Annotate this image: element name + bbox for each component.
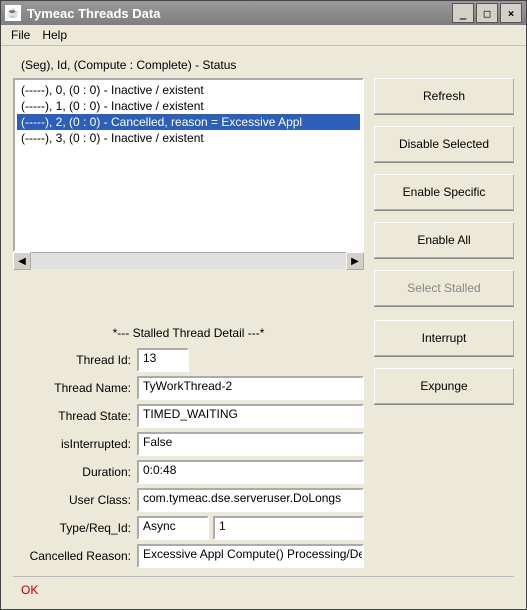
maximize-button[interactable]: □ bbox=[476, 3, 498, 23]
select-stalled-button[interactable]: Select Stalled bbox=[374, 270, 514, 306]
label-cancelled-reason: Cancelled Reason: bbox=[13, 549, 133, 563]
java-icon: ☕ bbox=[5, 5, 21, 21]
thread-list[interactable]: (-----), 0, (0 : 0) - Inactive / existen… bbox=[13, 78, 364, 252]
disable-selected-button[interactable]: Disable Selected bbox=[374, 126, 514, 162]
spacer bbox=[13, 568, 514, 576]
field-user-class[interactable]: com.tymeac.dse.serveruser.DoLongs bbox=[137, 488, 364, 512]
scroll-right-icon[interactable]: ▶ bbox=[346, 252, 364, 270]
list-item[interactable]: (-----), 1, (0 : 0) - Inactive / existen… bbox=[17, 98, 360, 114]
minimize-button[interactable]: _ bbox=[452, 3, 474, 23]
label-thread-name: Thread Name: bbox=[13, 381, 133, 395]
list-header: (Seg), Id, (Compute : Complete) - Status bbox=[21, 58, 514, 72]
app-window: ☕ Tymeac Threads Data _ □ × File Help (S… bbox=[0, 0, 527, 610]
label-type-req-id: Type/Req_Id: bbox=[13, 521, 133, 535]
field-thread-id[interactable]: 13 bbox=[137, 348, 189, 372]
label-thread-id: Thread Id: bbox=[13, 353, 133, 367]
label-duration: Duration: bbox=[13, 465, 133, 479]
title-bar: ☕ Tymeac Threads Data _ □ × bbox=[1, 1, 526, 25]
content-area: (Seg), Id, (Compute : Complete) - Status… bbox=[1, 46, 526, 609]
status-text: OK bbox=[21, 583, 38, 597]
scroll-left-icon[interactable]: ◀ bbox=[13, 252, 31, 270]
menu-file[interactable]: File bbox=[11, 28, 30, 42]
label-user-class: User Class: bbox=[13, 493, 133, 507]
interrupt-button[interactable]: Interrupt bbox=[374, 320, 514, 356]
main-row: (-----), 0, (0 : 0) - Inactive / existen… bbox=[13, 78, 514, 306]
field-req-id[interactable]: 1 bbox=[213, 516, 364, 540]
detail-section-header: *--- Stalled Thread Detail ---* bbox=[13, 326, 364, 340]
field-cancelled-reason[interactable]: Excessive Appl Compute() Processing/Defa… bbox=[137, 544, 364, 568]
button-column-upper: Refresh Disable Selected Enable Specific… bbox=[374, 78, 514, 306]
detail-wrap: *--- Stalled Thread Detail ---* Thread I… bbox=[13, 310, 514, 568]
window-buttons: _ □ × bbox=[452, 3, 522, 23]
status-bar: OK bbox=[13, 576, 514, 603]
thread-list-rows: (-----), 0, (0 : 0) - Inactive / existen… bbox=[15, 80, 362, 148]
label-thread-state: Thread State: bbox=[13, 409, 133, 423]
list-item[interactable]: (-----), 0, (0 : 0) - Inactive / existen… bbox=[17, 82, 360, 98]
field-is-interrupted[interactable]: False bbox=[137, 432, 364, 456]
field-thread-state[interactable]: TIMED_WAITING bbox=[137, 404, 364, 428]
window-title: Tymeac Threads Data bbox=[27, 6, 452, 21]
enable-specific-button[interactable]: Enable Specific bbox=[374, 174, 514, 210]
button-column-lower: Interrupt Expunge bbox=[374, 310, 514, 568]
enable-all-button[interactable]: Enable All bbox=[374, 222, 514, 258]
detail-grid: Thread Id: 13 Thread Name: TyWorkThread-… bbox=[13, 348, 364, 568]
field-duration[interactable]: 0:0:48 bbox=[137, 460, 364, 484]
menu-bar: File Help bbox=[1, 25, 526, 46]
horizontal-scrollbar[interactable]: ◀ ▶ bbox=[13, 252, 364, 269]
field-type-req-id-group: Async 1 bbox=[137, 516, 364, 540]
label-is-interrupted: isInterrupted: bbox=[13, 437, 133, 451]
thread-list-wrap: (-----), 0, (0 : 0) - Inactive / existen… bbox=[13, 78, 364, 306]
field-thread-name[interactable]: TyWorkThread-2 bbox=[137, 376, 364, 400]
expunge-button[interactable]: Expunge bbox=[374, 368, 514, 404]
close-button[interactable]: × bbox=[500, 3, 522, 23]
list-item[interactable]: (-----), 2, (0 : 0) - Cancelled, reason … bbox=[17, 114, 360, 130]
menu-help[interactable]: Help bbox=[42, 28, 67, 42]
list-item[interactable]: (-----), 3, (0 : 0) - Inactive / existen… bbox=[17, 130, 360, 146]
field-type[interactable]: Async bbox=[137, 516, 209, 540]
refresh-button[interactable]: Refresh bbox=[374, 78, 514, 114]
